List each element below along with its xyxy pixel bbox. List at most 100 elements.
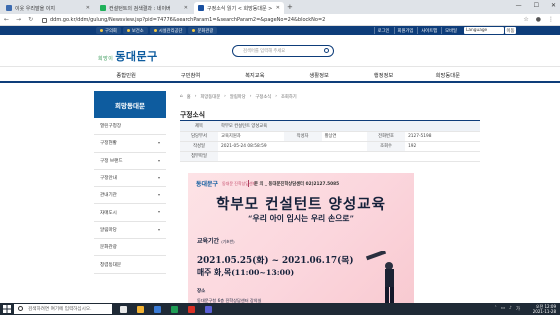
breadcrumb-item[interactable]: 알림마당 — [230, 94, 246, 100]
new-tab-button[interactable]: + — [287, 3, 293, 11]
clock[interactable]: 오전 12:09 2021-11-28 — [533, 304, 556, 314]
main-nav-item[interactable]: 종합민원 — [94, 67, 158, 82]
browser-tab[interactable]: 컨설턴트의 검색결과 : 네이버 ✕ — [96, 2, 192, 14]
profile-icon[interactable]: ● — [536, 16, 541, 23]
post-title: 학부모 컨설턴트 양성교육 — [218, 121, 480, 132]
util-left-links: 구의회 보건소 시설관리공단 문화관광 — [96, 27, 218, 34]
util-link[interactable]: 구의회 — [96, 27, 121, 34]
close-window-button[interactable]: ✕ — [551, 2, 556, 9]
forward-icon[interactable]: → — [16, 16, 21, 23]
language-select[interactable]: Language — [464, 27, 504, 34]
chevron-up-icon[interactable]: ˄ — [494, 306, 496, 312]
cell-value: 2021-05-24 08:58:59 — [218, 141, 368, 152]
cell-value: 2127-5198 — [405, 131, 480, 142]
edge-icon[interactable] — [150, 304, 164, 314]
chrome-icon[interactable] — [184, 304, 198, 314]
breadcrumb-sep: › — [224, 94, 226, 99]
site-logo[interactable]: 희망이 동대문구 — [98, 48, 158, 64]
url-text: ddm.go.kr/ddm/gulung/Newsview.jsp?pid=74… — [50, 17, 326, 23]
side-nav-item[interactable]: 구정안내 — [94, 170, 166, 188]
cell-label: 제목 — [180, 121, 218, 132]
windows-start-icon[interactable] — [3, 305, 11, 313]
site-search-input[interactable]: 검색어를 입력해 주세요 — [232, 45, 334, 57]
main-nav: 종합민원 구민참여 복지교육 생활정보 행정정보 희망동대문 — [0, 66, 560, 83]
side-nav-item[interactable]: 청렴동대문 — [94, 256, 166, 274]
main-nav-item[interactable]: 복지교육 — [223, 67, 287, 82]
signup-link[interactable]: 회원가입 — [393, 27, 417, 34]
cell-label: 조회수 — [367, 141, 406, 152]
breadcrumb-item[interactable]: 구정소식 — [255, 94, 271, 100]
menu-icon[interactable]: ⋮ — [548, 16, 554, 23]
volume-icon[interactable]: ♪ — [509, 306, 512, 312]
breadcrumb: ⌂ 홈 › 희망동대문 › 알림마당 › 구정소식 › 조회하기 — [180, 94, 297, 100]
breadcrumb-sep: › — [194, 94, 197, 99]
poster-dates: 2021.05.25(화) ~ 2021.06.17(목) — [197, 256, 354, 266]
cell-value: 황상연 — [321, 131, 368, 142]
site-util-bar: 구의회 보건소 시설관리공단 문화관광 로그인 회원가입 사이트맵 모바일 La… — [0, 26, 560, 35]
util-link-label: 보건소 — [131, 28, 144, 34]
minimize-button[interactable]: — — [516, 2, 522, 9]
side-nav-label: 알림마당 — [100, 227, 117, 233]
ime-icon[interactable]: 가 — [516, 306, 520, 312]
search-icon[interactable] — [324, 48, 329, 53]
browser-tab[interactable]: 이웃 우리말을 이지 ✕ — [2, 2, 94, 14]
poster-subhead: “우리 아이 입시는 우리 손으로” — [248, 214, 354, 223]
bullet-icon — [126, 29, 130, 32]
main-nav-item[interactable]: 생활정보 — [287, 67, 351, 82]
task-view-icon[interactable] — [116, 304, 130, 314]
login-link[interactable]: 로그인 — [373, 27, 393, 34]
store-icon[interactable] — [167, 304, 181, 314]
util-link[interactable]: 문화관광 — [188, 27, 218, 34]
close-icon[interactable]: ✕ — [273, 5, 280, 11]
app-icon[interactable] — [201, 304, 215, 314]
main-nav-item[interactable]: 행정정보 — [351, 67, 415, 82]
side-nav-item[interactable]: 구정현황 — [94, 135, 166, 153]
main-nav-item[interactable]: 희망동대문 — [416, 67, 480, 82]
poster-contact: 문 의 _ 동대문진학상담센터 02)2127.5085 — [254, 182, 340, 187]
tab-favicon — [100, 5, 106, 11]
mobile-link[interactable]: 모바일 — [441, 27, 460, 34]
sitemap-link[interactable]: 사이트맵 — [417, 27, 440, 34]
poster-center-name: 동대문 진학상담센터 — [222, 181, 257, 186]
side-nav-item[interactable]: 자매도시 — [94, 204, 166, 222]
util-link-label: 시설관리공단 — [158, 28, 183, 34]
chevron-down-icon — [158, 194, 160, 197]
side-nav-label: 자매도시 — [100, 210, 117, 216]
system-tray: ˄ ▭ ♪ 가 — [494, 306, 520, 312]
reload-icon[interactable]: ↻ — [28, 16, 33, 23]
util-right-links: 로그인 회원가입 사이트맵 모바일 — [373, 27, 460, 34]
cell-label: 전화번호 — [367, 131, 406, 142]
taskbar-search-input[interactable]: 검색하려면 여기에 입력하십시오. — [14, 304, 112, 314]
star-icon[interactable]: ☆ — [523, 16, 528, 23]
home-icon[interactable]: ⌂ — [180, 94, 183, 100]
browser-tab-active[interactable]: 구정소식 읽기 < 희망동대문 > ✕ — [194, 2, 284, 14]
breadcrumb-item[interactable]: 홈 — [187, 94, 191, 100]
url-field[interactable]: ddm.go.kr/ddm/gulung/Newsview.jsp?pid=74… — [42, 16, 512, 24]
close-icon[interactable]: ✕ — [83, 5, 90, 11]
back-icon[interactable]: ← — [4, 16, 9, 23]
close-icon[interactable]: ✕ — [181, 5, 188, 11]
side-nav-item[interactable]: 구정 브랜드 — [94, 153, 166, 170]
util-link[interactable]: 보건소 — [122, 27, 148, 34]
chevron-down-icon — [158, 228, 160, 231]
language-go-button[interactable]: 이동 — [505, 27, 516, 34]
main-nav-item[interactable]: 구민참여 — [158, 67, 222, 82]
logo-tagline: 희망이 — [98, 56, 114, 62]
file-explorer-icon[interactable] — [133, 304, 147, 314]
poster-period-label: 교육기간 (기초반) — [197, 236, 235, 245]
chevron-down-icon — [158, 159, 160, 162]
window-controls: — ☐ ✕ — [516, 2, 556, 9]
lock-icon — [42, 17, 47, 23]
cell-label: 담당부서 — [180, 131, 218, 142]
network-icon[interactable]: ▭ — [501, 306, 505, 312]
side-nav-item[interactable]: 관내기관 — [94, 187, 166, 205]
breadcrumb-item[interactable]: 희망동대문 — [200, 94, 220, 100]
side-nav-item[interactable]: 알림마당 — [94, 222, 166, 240]
bullet-icon — [153, 29, 157, 32]
breadcrumb-sep: › — [249, 94, 252, 99]
maximize-button[interactable]: ☐ — [534, 2, 539, 9]
side-nav-item[interactable]: 문화관광 — [94, 239, 166, 257]
util-link[interactable]: 시설관리공단 — [149, 27, 187, 34]
side-nav-item[interactable]: 열린구청장 — [94, 118, 166, 136]
side-nav-label: 구정안내 — [100, 176, 117, 182]
